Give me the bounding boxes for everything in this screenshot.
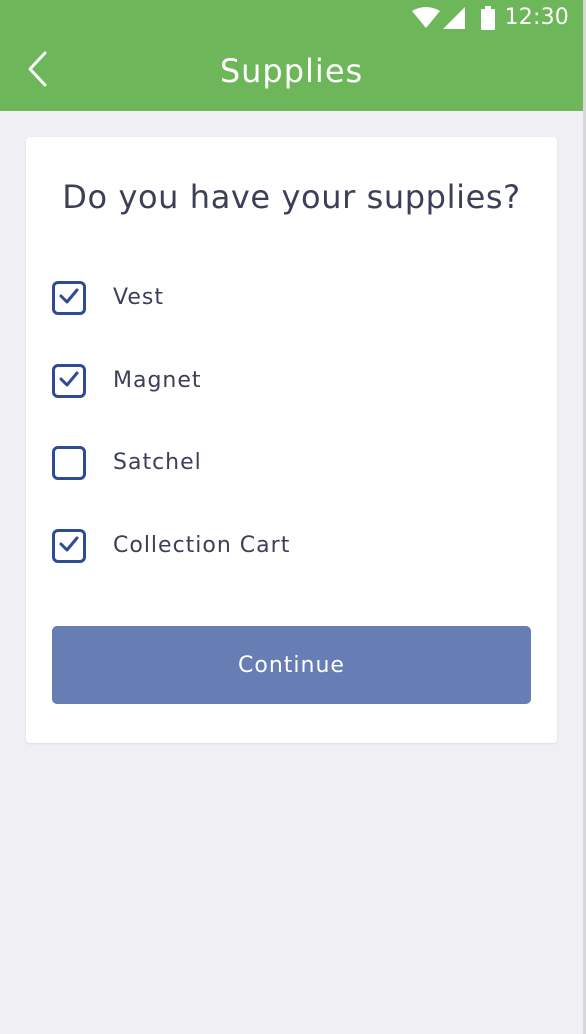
option-label-magnet: Magnet: [113, 368, 202, 393]
option-label-collection-cart: Collection Cart: [113, 533, 291, 558]
app-screen: 12:30 Supplies Do you have your supplies…: [0, 0, 583, 1034]
option-collection-cart[interactable]: Collection Cart: [52, 526, 522, 566]
option-label-vest: Vest: [113, 285, 164, 310]
option-magnet[interactable]: Magnet: [52, 361, 522, 401]
option-satchel[interactable]: Satchel: [52, 443, 522, 483]
wifi-icon: [411, 7, 441, 29]
checkbox-collection-cart[interactable]: [52, 529, 86, 563]
check-icon: [58, 285, 80, 311]
option-label-satchel: Satchel: [113, 450, 202, 475]
check-icon: [58, 368, 80, 394]
checkbox-vest[interactable]: [52, 281, 86, 315]
app-header: 12:30 Supplies: [0, 0, 583, 111]
status-bar: 12:30: [411, 4, 569, 32]
supplies-card: Do you have your supplies? Vest Magnet S…: [26, 137, 557, 743]
signal-icon: [442, 7, 465, 29]
status-time: 12:30: [504, 5, 569, 30]
continue-button[interactable]: Continue: [52, 626, 531, 704]
checkbox-satchel[interactable]: [52, 446, 86, 480]
checkbox-magnet[interactable]: [52, 364, 86, 398]
question-heading: Do you have your supplies?: [62, 178, 521, 216]
check-icon: [58, 533, 80, 559]
page-title: Supplies: [219, 52, 364, 90]
option-vest[interactable]: Vest: [52, 278, 522, 318]
battery-icon: [480, 6, 495, 30]
